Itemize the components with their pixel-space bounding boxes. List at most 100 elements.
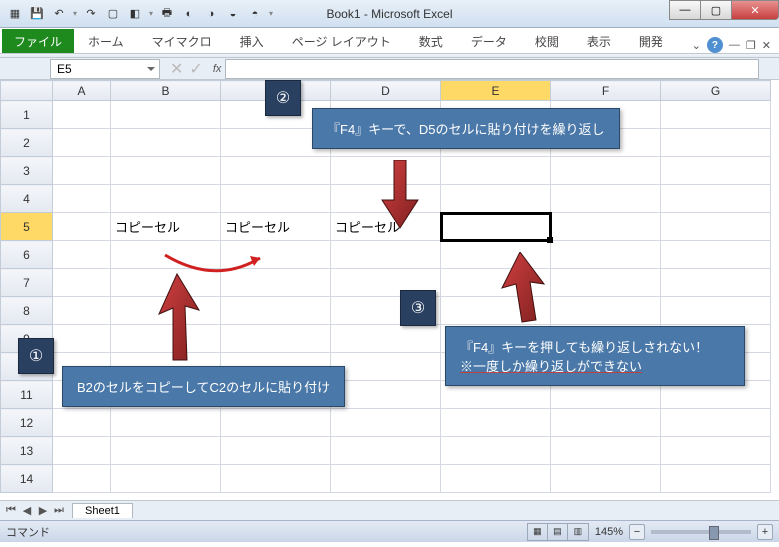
cell-A3[interactable] [53,157,111,185]
row-header[interactable]: 1 [1,101,53,129]
cell-G12[interactable] [661,409,771,437]
first-sheet-icon[interactable]: ⏮ [4,504,18,517]
normal-view-icon[interactable]: ▦ [528,524,548,540]
col-header[interactable]: F [551,81,661,101]
undo-icon[interactable]: ↶ [50,5,68,23]
workbook-restore-icon[interactable]: ❐ [746,39,756,52]
qat-dropdown-icon[interactable]: ▾ [148,9,154,18]
cell-A7[interactable] [53,269,111,297]
maximize-button[interactable]: ▢ [700,0,732,20]
cell-C3[interactable] [221,157,331,185]
cell-G2[interactable] [661,129,771,157]
row-header[interactable]: 3 [1,157,53,185]
cell-G4[interactable] [661,185,771,213]
tab-pagelayout[interactable]: ページ レイアウト [278,29,405,53]
cell-B12[interactable] [111,409,221,437]
enter-icon[interactable]: ✓ [189,59,202,79]
cell-C5[interactable]: コピーセル [221,213,331,241]
cell-A12[interactable] [53,409,111,437]
cell-F3[interactable] [551,157,661,185]
cell-B13[interactable] [111,437,221,465]
zoom-slider[interactable] [651,530,751,534]
row-header[interactable]: 6 [1,241,53,269]
help-icon[interactable]: ? [707,37,723,53]
fx-icon[interactable]: fx [209,63,226,75]
zoom-out-button[interactable]: − [629,524,645,540]
tab-view[interactable]: 表示 [573,29,625,53]
cell-F13[interactable] [551,437,661,465]
col-header[interactable]: B [111,81,221,101]
view-buttons[interactable]: ▦ ▤ ▥ [527,523,589,541]
cell-A6[interactable] [53,241,111,269]
cell-D9[interactable] [331,325,441,353]
cell-E4[interactable] [441,185,551,213]
cell-G7[interactable] [661,269,771,297]
cell-F8[interactable] [551,297,661,325]
tab-formulas[interactable]: 数式 [405,29,457,53]
row-header[interactable]: 14 [1,465,53,493]
cell-G13[interactable] [661,437,771,465]
cell-E14[interactable] [441,465,551,493]
qat-dropdown-icon[interactable]: ▾ [72,9,78,18]
minimize-button[interactable]: — [669,0,701,20]
qat-icon[interactable]: ◒ [224,5,242,23]
row-header[interactable]: 7 [1,269,53,297]
row-header[interactable]: 2 [1,129,53,157]
cell-A14[interactable] [53,465,111,493]
cell-F7[interactable] [551,269,661,297]
row-header[interactable]: 13 [1,437,53,465]
prev-sheet-icon[interactable]: ◀ [20,504,34,517]
cell-C13[interactable] [221,437,331,465]
excel-icon[interactable]: ▦ [6,5,24,23]
page-break-view-icon[interactable]: ▥ [568,524,588,540]
qat-icon[interactable]: ◐ [180,5,198,23]
cell-F4[interactable] [551,185,661,213]
cell-F12[interactable] [551,409,661,437]
cancel-icon[interactable]: ✕ [170,59,183,79]
cell-D12[interactable] [331,409,441,437]
col-header[interactable]: A [53,81,111,101]
cell-C12[interactable] [221,409,331,437]
qat-more-icon[interactable]: ▾ [268,9,274,18]
cell-F6[interactable] [551,241,661,269]
cell-B3[interactable] [111,157,221,185]
cell-E5[interactable] [441,213,551,241]
cell-E12[interactable] [441,409,551,437]
sheet-nav-buttons[interactable]: ⏮ ◀ ▶ ⏭ [0,504,70,517]
redo-icon[interactable]: ↷ [82,5,100,23]
col-header[interactable]: E [441,81,551,101]
cell-C9[interactable] [221,325,331,353]
ribbon-collapse-icon[interactable]: ⌄ [692,39,701,52]
page-layout-view-icon[interactable]: ▤ [548,524,568,540]
formula-bar[interactable] [225,59,759,79]
tab-developer[interactable]: 開発 [625,29,677,53]
cell-D10[interactable] [331,353,441,381]
qat-icon[interactable]: ◑ [202,5,220,23]
cell-A9[interactable] [53,325,111,353]
cell-B4[interactable] [111,185,221,213]
cell-E13[interactable] [441,437,551,465]
cell-G1[interactable] [661,101,771,129]
zoom-level[interactable]: 145% [595,526,623,538]
row-header[interactable]: 5 [1,213,53,241]
cell-A2[interactable] [53,129,111,157]
save-icon[interactable]: 💾 [28,5,46,23]
qat-icon[interactable]: ◧ [126,5,144,23]
last-sheet-icon[interactable]: ⏭ [52,504,66,517]
row-header[interactable]: 8 [1,297,53,325]
cell-F5[interactable] [551,213,661,241]
cell-D14[interactable] [331,465,441,493]
print-preview-icon[interactable]: 🖶 [158,5,176,23]
tab-insert[interactable]: 挿入 [226,29,278,53]
workbook-close-icon[interactable]: ✕ [762,39,771,52]
zoom-in-button[interactable]: + [757,524,773,540]
cell-A5[interactable] [53,213,111,241]
cell-C4[interactable] [221,185,331,213]
tab-mymacro[interactable]: マイマクロ [138,29,226,53]
file-tab[interactable]: ファイル [2,29,74,53]
name-box[interactable]: E5 [50,59,160,79]
cell-E3[interactable] [441,157,551,185]
cell-A4[interactable] [53,185,111,213]
cell-C14[interactable] [221,465,331,493]
cell-D11[interactable] [331,381,441,409]
